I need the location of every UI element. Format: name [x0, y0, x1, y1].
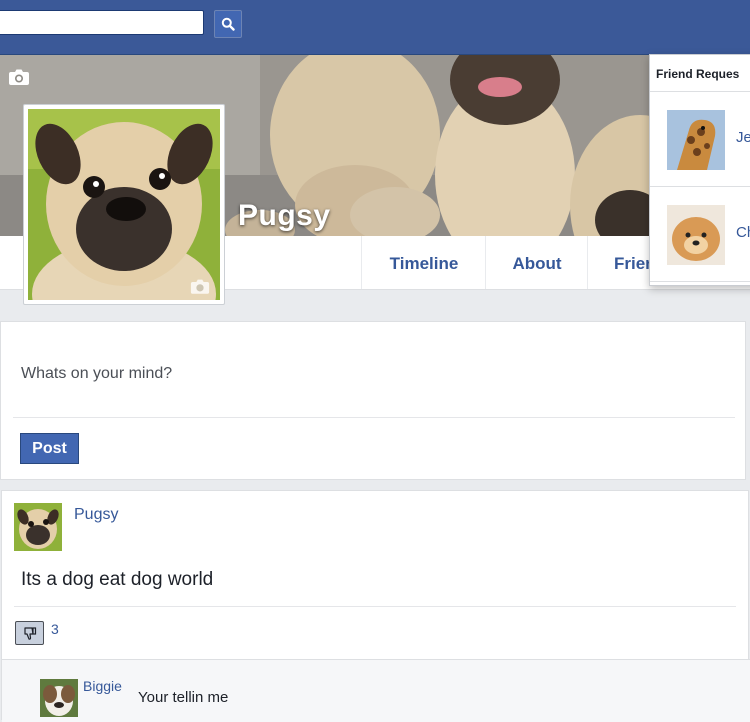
post-author[interactable]: Pugsy — [74, 506, 118, 524]
reaction-button[interactable] — [15, 621, 44, 645]
reaction-count[interactable]: 3 — [51, 621, 59, 637]
comment-author[interactable]: Biggie — [83, 678, 122, 694]
search-input[interactable] — [0, 10, 204, 35]
search-icon — [221, 17, 235, 31]
comment-text: Your tellin me — [138, 689, 229, 706]
feed-post: Pugsy Its a dog eat dog world 3 Biggie Y… — [1, 490, 750, 722]
profile-name[interactable]: Pugsy — [238, 199, 331, 233]
friend-request-item[interactable]: Je — [650, 92, 750, 187]
friend-request-name[interactable]: Je — [736, 129, 750, 146]
search-button[interactable] — [214, 10, 242, 38]
avatar[interactable] — [14, 503, 62, 551]
friend-request-name[interactable]: Ch — [736, 224, 750, 241]
friend-requests-title: Friend Reques — [650, 55, 750, 92]
post-button[interactable]: Post — [20, 433, 79, 464]
top-bar — [0, 0, 750, 55]
puppy-avatar — [667, 205, 725, 265]
post-text: Its a dog eat dog world — [21, 569, 214, 590]
giraffe-avatar — [667, 110, 725, 170]
pug-photo — [28, 109, 220, 300]
status-input[interactable] — [19, 358, 683, 390]
post-composer: Post — [0, 321, 746, 480]
tab-timeline[interactable]: Timeline — [361, 236, 486, 289]
divider — [13, 417, 735, 418]
camera-icon[interactable] — [8, 68, 30, 86]
friend-request-item[interactable]: Ch — [650, 187, 750, 282]
tab-about[interactable]: About — [485, 236, 588, 289]
profile-picture[interactable] — [23, 104, 225, 305]
avatar[interactable] — [40, 679, 78, 717]
divider — [14, 606, 736, 607]
camera-icon[interactable] — [190, 278, 210, 295]
friend-requests-panel: Friend Reques Je Ch — [649, 54, 750, 286]
tab-friends[interactable]: Frien — [587, 236, 657, 289]
thumbs-down-icon — [23, 626, 36, 640]
